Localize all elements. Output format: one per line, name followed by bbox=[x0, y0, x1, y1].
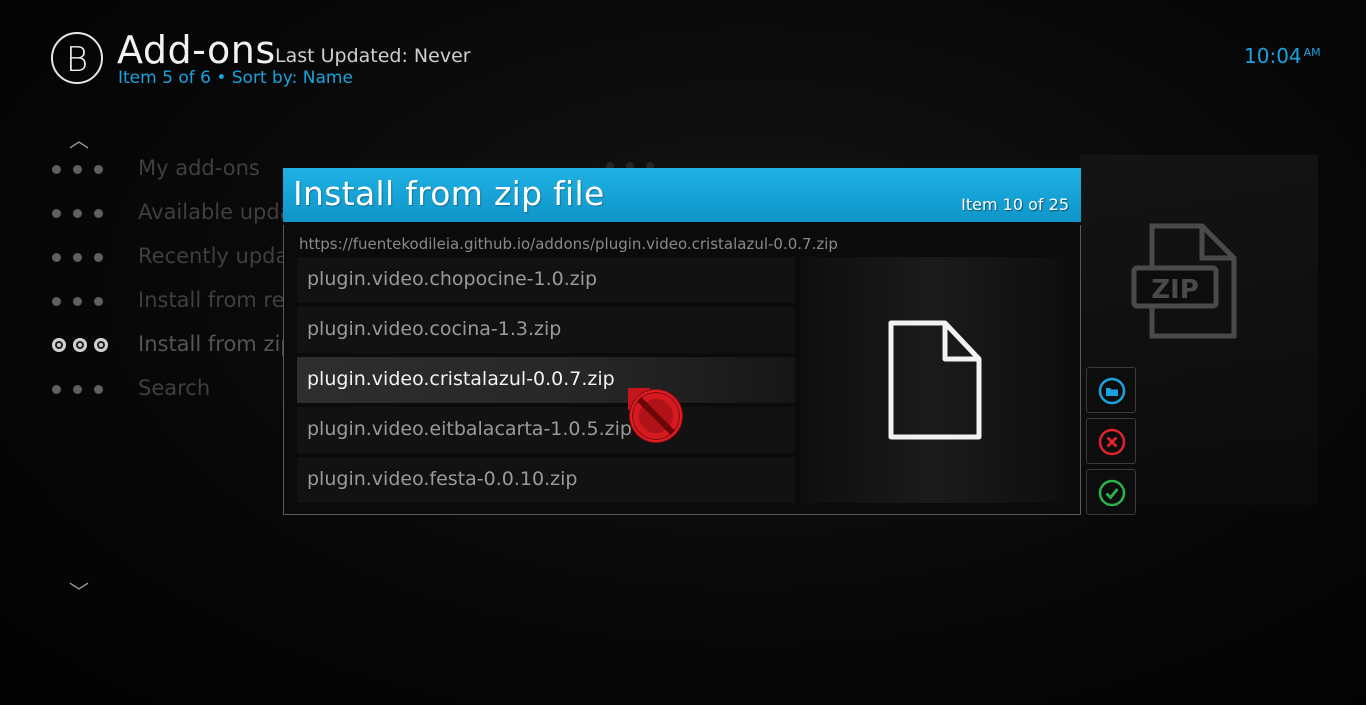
document-icon bbox=[888, 320, 982, 440]
menu-dots-icon bbox=[52, 209, 108, 219]
menu-dots-icon bbox=[52, 385, 108, 395]
zip-file-icon: ZIP bbox=[1131, 223, 1237, 339]
file-list-item[interactable]: plugin.video.eitbalacarta-1.0.5.zip bbox=[297, 407, 795, 453]
clock-time: 10:04 bbox=[1244, 44, 1302, 68]
file-list-item-selected[interactable]: plugin.video.cristalazul-0.0.7.zip bbox=[297, 357, 795, 403]
dialog-title: Install from zip file bbox=[293, 174, 605, 213]
selected-file-path: https://fuentekodileia.github.io/addons/… bbox=[299, 235, 838, 253]
file-name: plugin.video.festa-0.0.10.zip bbox=[307, 468, 578, 490]
menu-dots-icon bbox=[52, 297, 108, 307]
file-name: plugin.video.cristalazul-0.0.7.zip bbox=[307, 368, 615, 390]
logo-letter: B bbox=[65, 40, 89, 80]
dialog-item-count: Item 10 of 25 bbox=[961, 195, 1069, 214]
browse-folder-button[interactable] bbox=[1086, 367, 1136, 413]
cancel-button[interactable] bbox=[1086, 418, 1136, 464]
menu-dots-icon bbox=[52, 253, 108, 263]
menu-dots-active-icon bbox=[52, 338, 108, 352]
scroll-up-icon[interactable]: ︿ bbox=[66, 130, 92, 150]
file-name: plugin.video.cocina-1.3.zip bbox=[307, 318, 562, 340]
menu-item-available-updates[interactable]: Available updates bbox=[48, 196, 325, 232]
confirm-icon bbox=[1098, 479, 1126, 507]
zip-icon-label: ZIP bbox=[1151, 275, 1199, 305]
menu-item-label: My add-ons bbox=[138, 156, 260, 180]
file-list-item[interactable]: plugin.video.cocina-1.3.zip bbox=[297, 307, 795, 353]
clock: 10:04 AM bbox=[1244, 44, 1321, 68]
file-name: plugin.video.eitbalacarta-1.0.5.zip bbox=[307, 418, 632, 440]
install-zip-dialog: Install from zip file Item 10 of 25 http… bbox=[283, 168, 1081, 515]
file-list: plugin.video.chopocine-1.0.zip plugin.vi… bbox=[297, 257, 795, 503]
folder-icon bbox=[1098, 377, 1126, 405]
scroll-down-icon[interactable]: ﹀ bbox=[66, 582, 92, 602]
file-preview-panel bbox=[801, 257, 1065, 503]
last-updated-text: Last Updated: Never bbox=[275, 45, 471, 67]
skin-logo: B bbox=[51, 32, 103, 84]
menu-item-install-from-repository[interactable]: Install from repository bbox=[48, 284, 370, 320]
no-entry-icon bbox=[628, 388, 683, 443]
confirm-button[interactable] bbox=[1086, 469, 1136, 515]
cancel-icon bbox=[1098, 428, 1126, 456]
menu-item-install-from-zip[interactable]: Install from zip file bbox=[48, 328, 332, 364]
item-sort-info: Item 5 of 6 • Sort by: Name bbox=[118, 68, 353, 88]
dialog-header: Install from zip file Item 10 of 25 bbox=[283, 168, 1081, 225]
menu-item-label: Search bbox=[138, 376, 211, 400]
menu-item-search[interactable]: Search bbox=[48, 372, 308, 408]
file-list-item[interactable]: plugin.video.chopocine-1.0.zip bbox=[297, 257, 795, 303]
page-title: Add-ons bbox=[117, 28, 276, 72]
menu-dots-icon bbox=[52, 165, 108, 175]
menu-item-recently-updated[interactable]: Recently updated bbox=[48, 240, 323, 276]
file-list-item[interactable]: plugin.video.festa-0.0.10.zip bbox=[297, 457, 795, 503]
menu-item-my-addons[interactable]: My add-ons bbox=[48, 152, 308, 188]
clock-ampm: AM bbox=[1303, 46, 1321, 59]
file-name: plugin.video.chopocine-1.0.zip bbox=[307, 268, 598, 290]
